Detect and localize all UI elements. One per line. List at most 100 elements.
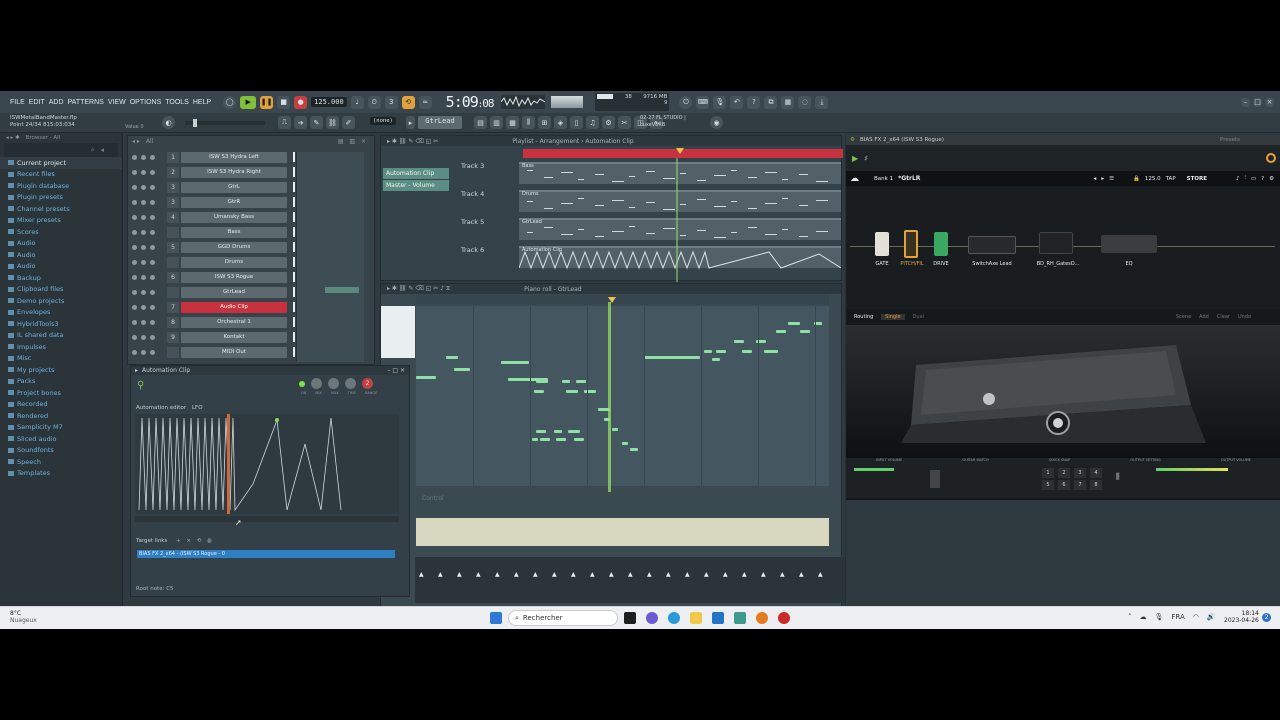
mic-icon[interactable]: 🎙 xyxy=(713,95,727,109)
browser-item[interactable]: Scores xyxy=(0,226,122,238)
link-icon[interactable]: ⛓ xyxy=(326,116,339,129)
channel-led-icon[interactable] xyxy=(150,274,155,280)
play-button[interactable]: ❚❚ xyxy=(260,95,274,109)
browser-item[interactable]: HybridTools3 xyxy=(0,318,122,330)
channel-led-icon[interactable] xyxy=(141,289,146,295)
channel-select-bar[interactable] xyxy=(293,227,295,237)
channel-select-bar[interactable] xyxy=(293,317,295,327)
piano-note[interactable] xyxy=(534,390,544,393)
browser-item[interactable]: My projects xyxy=(0,364,122,376)
taskbar-clock[interactable]: 18:14 2023-04-26 xyxy=(1224,610,1259,624)
task-view-icon[interactable] xyxy=(624,612,636,624)
browser-filter-bar[interactable]: ⌕ ◂ xyxy=(4,143,118,157)
browser-item[interactable]: Recorded xyxy=(0,399,122,411)
playlist-clip[interactable]: Bass xyxy=(519,162,841,184)
tray-wifi-icon[interactable]: ◠ xyxy=(1193,613,1199,621)
piano-note[interactable] xyxy=(540,438,550,441)
metronome-icon[interactable]: ♩ xyxy=(350,95,364,109)
lock-icon[interactable]: 🔒 xyxy=(1133,176,1140,182)
automation-editor-graph[interactable] xyxy=(135,414,399,514)
typing-keyboard-icon[interactable]: ⌨ xyxy=(696,95,710,109)
gear-icon[interactable]: ⚙ xyxy=(602,116,615,129)
automation-envelope[interactable] xyxy=(135,414,399,514)
quick-snap-button[interactable]: 4 xyxy=(1090,468,1102,478)
plugin-settings-icon[interactable]: ⚙ xyxy=(850,137,855,143)
channel-mixer-track[interactable]: 5 xyxy=(167,241,179,253)
browser-item[interactable]: Misc xyxy=(0,353,122,365)
channel-mixer-track[interactable] xyxy=(167,346,179,358)
channel-led-icon[interactable] xyxy=(141,304,146,310)
quick-snap-button[interactable]: 1 xyxy=(1042,468,1054,478)
piano-note[interactable] xyxy=(568,430,580,433)
pattern-song-toggle[interactable]: ▶ xyxy=(240,95,257,109)
pattern-arrow-icon[interactable]: ▸ xyxy=(406,116,415,129)
mixer-send-icon[interactable]: ▲ xyxy=(571,571,576,578)
channel-name-button[interactable]: ISW S3 Hydra Left xyxy=(181,151,287,163)
channel-led-icon[interactable] xyxy=(132,259,137,265)
mixer-send-icon[interactable]: ▲ xyxy=(419,571,424,578)
channel-led-icon[interactable] xyxy=(150,199,155,205)
browser-item[interactable]: Plugin presets xyxy=(0,192,122,204)
browser-item[interactable]: Audio xyxy=(0,249,122,261)
tap-button[interactable]: TAP xyxy=(1166,176,1176,182)
piano-note[interactable] xyxy=(584,390,596,393)
channel-name-button[interactable]: GGD Drums xyxy=(181,241,287,253)
weather-widget[interactable]: 8°C Nuageux xyxy=(10,610,37,624)
piano-note[interactable] xyxy=(562,380,570,383)
chat-icon[interactable]: ◌ xyxy=(798,95,812,109)
rack-window-controls[interactable]: ▤ ▥ × xyxy=(338,138,368,145)
channel-led-icon[interactable] xyxy=(132,214,137,220)
preset-name[interactable]: *GtrLR xyxy=(898,175,920,182)
browser-item[interactable]: IL shared data xyxy=(0,330,122,342)
menu-patterns[interactable]: PATTERNS xyxy=(68,99,104,106)
mixer-send-icon[interactable]: ▲ xyxy=(495,571,500,578)
mixer-send-icon[interactable]: ▲ xyxy=(761,571,766,578)
piano-note[interactable] xyxy=(566,390,578,393)
mixer-send-icon[interactable]: ▲ xyxy=(666,571,671,578)
browser-item[interactable]: Sliced audio xyxy=(0,433,122,445)
chrome-icon[interactable] xyxy=(778,612,790,624)
velocity-panel[interactable]: Control xyxy=(416,492,829,554)
playlist-clip[interactable]: Automation Clip xyxy=(518,246,842,270)
scissors-icon[interactable]: ✂ xyxy=(618,116,631,129)
channel-led-icon[interactable] xyxy=(132,154,137,160)
quick-snap-button[interactable]: 3 xyxy=(1074,468,1086,478)
bias-gear-icon[interactable]: ⚙ xyxy=(1269,176,1274,182)
scene-button[interactable]: Scene xyxy=(1176,314,1191,320)
channel-led-icon[interactable] xyxy=(141,184,146,190)
piano-note[interactable] xyxy=(556,438,566,441)
notification-badge[interactable]: 2 xyxy=(1262,613,1271,622)
piano-note[interactable] xyxy=(800,330,810,333)
target-link-item[interactable]: BIAS FX 2_x64 - (ISW S3 Rogue - 0 xyxy=(137,550,395,558)
plugin-power-knob[interactable] xyxy=(1266,153,1276,163)
channel-mixer-track[interactable]: 2 xyxy=(167,166,179,178)
piano-note[interactable] xyxy=(742,350,752,353)
pitch-filter-pedal[interactable] xyxy=(904,230,918,258)
channel-led-icon[interactable] xyxy=(141,154,146,160)
mixer-send-icon[interactable]: ▲ xyxy=(552,571,557,578)
export-icon[interactable]: ⤓ xyxy=(815,95,829,109)
channel-select-bar[interactable] xyxy=(293,242,295,252)
channel-name-button[interactable]: ISW S3 Rogue xyxy=(181,271,287,283)
piano-note[interactable] xyxy=(501,361,529,364)
time-knob[interactable] xyxy=(345,378,356,389)
plugin-db-icon[interactable]: ◈ xyxy=(554,116,567,129)
mixer-send-icon[interactable]: ▲ xyxy=(799,571,804,578)
channel-select-bar[interactable] xyxy=(293,332,295,342)
tray-lang[interactable]: FRA xyxy=(1171,613,1184,621)
channel-led-icon[interactable] xyxy=(150,214,155,220)
channel-led-icon[interactable] xyxy=(132,319,137,325)
browser-item[interactable]: Clipboard files xyxy=(0,284,122,296)
track-header[interactable]: Track 3 xyxy=(461,162,484,188)
menu-add[interactable]: ADD xyxy=(49,99,64,106)
quick-snap-button[interactable]: 7 xyxy=(1074,480,1086,490)
browser-item[interactable]: Impulses xyxy=(0,341,122,353)
tuner-icon[interactable]: ⫶ xyxy=(1245,175,1246,182)
piano-note[interactable] xyxy=(712,358,720,361)
channel-name-button[interactable]: Drums xyxy=(181,256,287,268)
eq-module[interactable] xyxy=(1101,235,1157,253)
quick-snap-button[interactable]: 8 xyxy=(1090,480,1102,490)
search-icon[interactable]: ⌕ xyxy=(91,146,95,155)
channel-led-icon[interactable] xyxy=(150,244,155,250)
channel-name-button[interactable]: GtrL xyxy=(181,181,287,193)
